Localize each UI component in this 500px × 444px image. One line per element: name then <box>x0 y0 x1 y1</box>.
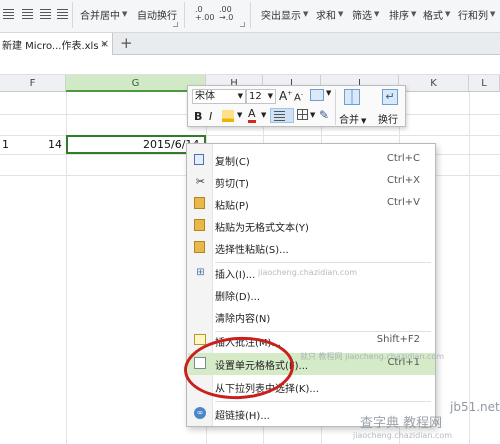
ribbon-separator <box>250 2 251 28</box>
menu-item-copy[interactable]: 复制(C) Ctrl+C <box>188 149 435 171</box>
align-center-button[interactable] <box>22 6 36 22</box>
watermark-overlay: jiaocheng.chazidian.com <box>258 268 358 277</box>
align-center-button[interactable] <box>270 108 294 123</box>
grid-line <box>469 92 470 444</box>
conditional-highlight-button[interactable]: 突出显示 ▼ <box>261 6 308 22</box>
wrap-button[interactable]: 换行 <box>378 111 398 126</box>
document-tab[interactable]: 新建 Micro...作表.xls * × <box>0 33 113 55</box>
font-color-button[interactable]: A <box>248 108 256 123</box>
chevron-down-icon: ▼ <box>237 92 243 100</box>
align-right-icon <box>40 9 51 19</box>
decrease-decimal-button[interactable]: .00 →.0 <box>219 6 233 22</box>
format-painter-icon[interactable]: ✎ <box>319 108 329 122</box>
align-right-button[interactable] <box>40 6 54 22</box>
comment-icon <box>194 334 206 345</box>
align-center-icon <box>274 111 285 121</box>
column-header-G[interactable]: G <box>66 75 206 92</box>
menu-item-paste-special[interactable]: 选择性粘贴(S)... <box>188 237 435 259</box>
sort-button[interactable]: 排序 ▼ <box>389 6 416 22</box>
merge-icon[interactable] <box>344 89 360 105</box>
column-header-F[interactable]: F <box>0 75 66 92</box>
chevron-down-icon: ▼ <box>374 10 380 18</box>
mini-format-toolbar: 宋体 ▼ 12 ▼ A+ A- ▼ B I ▼ A ▼ ▼ ✎ 合并 ▼ ↵ 换行 <box>187 85 406 127</box>
justify-icon <box>57 9 68 19</box>
menu-item-delete[interactable]: 删除(D)... <box>188 284 435 306</box>
watermark-overlay: 就只 教程网 jiaocheng.chazidian.com <box>300 352 445 361</box>
new-tab-button[interactable]: + <box>120 34 133 52</box>
cut-icon: ✂ <box>195 175 206 188</box>
chevron-down-icon: ▼ <box>267 92 273 100</box>
hyperlink-icon: ∞ <box>194 407 206 419</box>
chevron-down-icon: ▼ <box>122 10 128 18</box>
ribbon-separator <box>184 2 185 28</box>
rows-cols-button[interactable]: 行和列 ▼ <box>458 6 495 22</box>
merge-center-button[interactable]: 合并居中 ▼ <box>80 6 127 22</box>
chevron-down-icon: ▼ <box>338 10 344 18</box>
watermark-site: 查字典 教程网 <box>360 416 443 431</box>
chevron-down-icon: ▼ <box>361 117 367 125</box>
paste-icon <box>194 197 205 209</box>
fill-color-icon[interactable] <box>222 110 234 122</box>
border-icon[interactable] <box>297 109 308 120</box>
dialog-launcher-icon[interactable] <box>173 22 178 27</box>
chevron-down-icon: ▼ <box>411 10 417 18</box>
align-left-button[interactable] <box>3 6 17 22</box>
insert-icon: ⊞ <box>196 267 205 278</box>
wrap-text-button[interactable]: 自动换行 <box>137 6 177 22</box>
ribbon-toolbar: 合并居中 ▼ 自动换行 .0 +.00 .00 →.0 突出显示 ▼ 求和 ▼ 筛选 ▼ 排… <box>0 0 500 33</box>
sum-button[interactable]: 求和 ▼ <box>316 6 343 22</box>
paste-special-icon <box>194 241 205 253</box>
menu-item-paste[interactable]: 粘贴(P) Ctrl+V <box>188 193 435 215</box>
menu-item-clear-contents[interactable]: 清除内容(N) <box>188 306 435 328</box>
watermark-url: jiaocheng.chazidian.com <box>353 431 453 440</box>
close-icon[interactable]: × <box>100 37 109 50</box>
watermark-site: jb51.net <box>450 400 500 414</box>
column-header-K[interactable]: K <box>399 75 469 92</box>
chevron-down-icon: ▼ <box>310 111 316 119</box>
align-left-icon <box>3 9 14 19</box>
document-tab-bar: 新建 Micro...作表.xls * × + <box>0 33 500 55</box>
dialog-launcher-icon[interactable] <box>240 22 245 27</box>
chevron-down-icon: ▼ <box>445 10 451 18</box>
copy-icon <box>194 154 204 165</box>
menu-separator <box>215 401 431 402</box>
paste-text-icon <box>194 219 205 231</box>
filter-button[interactable]: 筛选 ▼ <box>352 6 379 22</box>
ribbon-separator <box>72 2 73 28</box>
increase-decimal-button[interactable]: .0 +.00 <box>195 6 214 22</box>
shrink-font-button[interactable]: A- <box>294 91 303 103</box>
menu-item-paste-unformatted[interactable]: 粘贴为无格式文本(Y) <box>188 215 435 237</box>
chevron-down-icon: ▼ <box>237 111 243 119</box>
align-center-icon <box>22 9 33 19</box>
cell-E2-partial[interactable]: 1 <box>2 138 9 151</box>
justify-button[interactable] <box>57 6 71 22</box>
font-name-select[interactable]: 宋体 ▼ <box>192 89 246 104</box>
grow-font-button[interactable]: A+ <box>279 89 292 103</box>
formula-bar-area <box>0 56 500 75</box>
chevron-down-icon: ▼ <box>490 10 496 18</box>
chevron-down-icon: ▼ <box>303 10 309 18</box>
merge-button[interactable]: 合并 ▼ <box>339 111 366 126</box>
column-header-L[interactable]: L <box>469 75 500 92</box>
menu-item-cut[interactable]: ✂ 剪切(T) Ctrl+X <box>188 171 435 193</box>
bold-button[interactable]: B <box>194 110 202 123</box>
cell-style-icon[interactable] <box>310 89 324 101</box>
wrap-icon[interactable]: ↵ <box>382 89 398 105</box>
chevron-down-icon: ▼ <box>261 111 267 119</box>
toolbar-separator <box>335 89 336 125</box>
format-button[interactable]: 格式 ▼ <box>423 6 450 22</box>
cell-F2[interactable]: 14 <box>48 138 62 151</box>
italic-button[interactable]: I <box>209 110 212 123</box>
font-size-select[interactable]: 12 ▼ <box>246 89 276 104</box>
chevron-down-icon: ▼ <box>326 89 332 97</box>
